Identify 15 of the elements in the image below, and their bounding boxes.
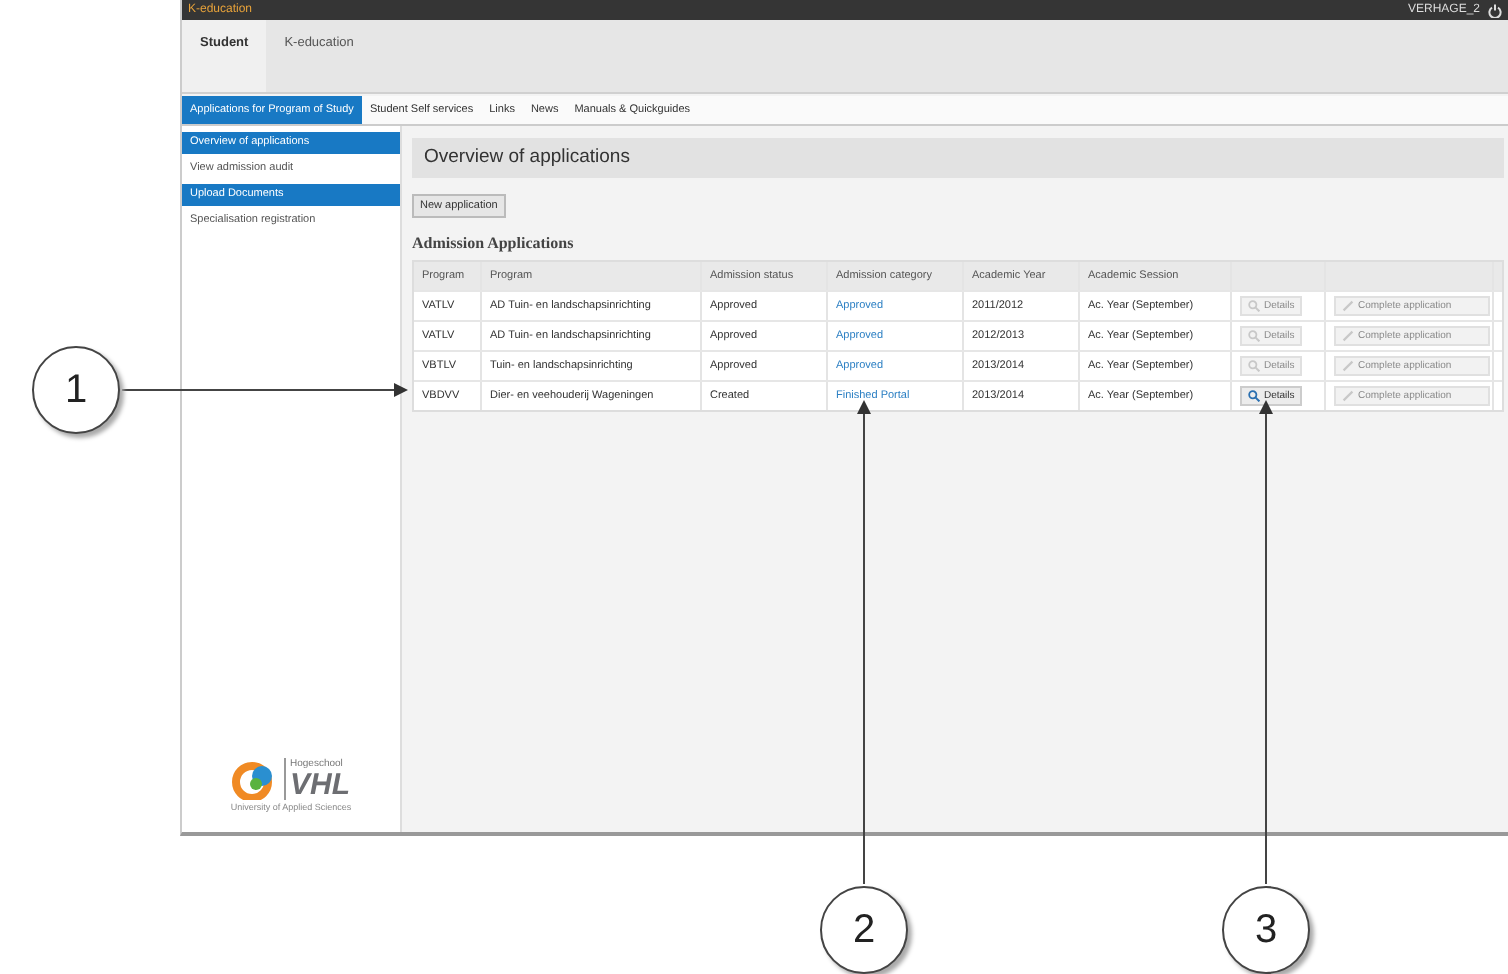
callout-number: 2 — [820, 886, 908, 974]
pencil-icon — [1342, 360, 1354, 372]
magnifier-icon — [1248, 360, 1260, 372]
page-title: Overview of applications — [412, 138, 1504, 178]
pencil-icon — [1342, 390, 1354, 402]
magnifier-icon — [1248, 300, 1260, 312]
callout-number: 1 — [32, 346, 120, 434]
magnifier-icon — [1248, 390, 1260, 402]
magnifier-icon — [1248, 330, 1260, 342]
logo-name: VHL — [290, 770, 350, 800]
power-icon[interactable] — [1488, 3, 1502, 17]
pencil-icon — [1342, 300, 1354, 312]
pencil-icon — [1342, 330, 1354, 342]
section-title: Admission Applications — [412, 234, 574, 252]
callout-number: 3 — [1222, 886, 1310, 974]
